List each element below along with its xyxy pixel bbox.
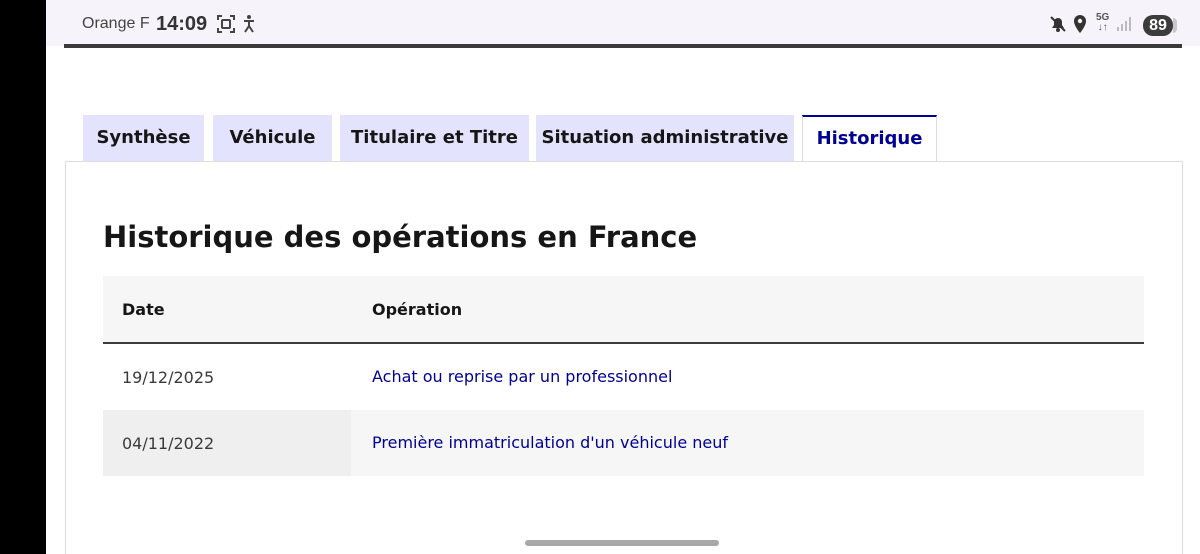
phone-screen: Orange F 14:09 5G ↓↑ 89 Synthèse Véhicul… bbox=[46, 0, 1200, 554]
table-row: 04/11/2022 Première immatriculation d'un… bbox=[103, 410, 1144, 476]
clock: 14:09 bbox=[156, 13, 208, 35]
location-icon bbox=[1072, 14, 1088, 38]
battery-icon: 89 bbox=[1143, 15, 1173, 36]
home-indicator[interactable] bbox=[525, 540, 719, 546]
row-operation-link[interactable]: Première immatriculation d'un véhicule n… bbox=[372, 433, 728, 452]
table-row: 19/12/2025 Achat ou reprise par un profe… bbox=[103, 344, 1144, 410]
column-header-date: Date bbox=[122, 300, 165, 319]
row-date: 04/11/2022 bbox=[122, 434, 215, 453]
tab-historique[interactable]: Historique bbox=[802, 115, 937, 163]
mute-icon bbox=[1048, 14, 1068, 38]
accessibility-icon bbox=[242, 14, 256, 38]
column-header-operation: Opération bbox=[372, 300, 463, 319]
carrier-label: Orange F bbox=[82, 15, 150, 32]
page-title: Historique des opérations en France bbox=[103, 220, 698, 254]
signal-icon bbox=[1116, 14, 1134, 36]
row-date: 19/12/2025 bbox=[122, 368, 215, 387]
network-5g-icon: 5G ↓↑ bbox=[1096, 12, 1110, 33]
table-header: Date Opération bbox=[103, 276, 1144, 344]
battery-cap bbox=[1173, 18, 1177, 33]
tab-situation-administrative[interactable]: Situation administrative bbox=[536, 115, 794, 162]
tab-titulaire-et-titre[interactable]: Titulaire et Titre bbox=[340, 115, 529, 162]
status-bar: Orange F 14:09 5G ↓↑ 89 bbox=[46, 0, 1200, 48]
row-operation-link[interactable]: Achat ou reprise par un professionnel bbox=[372, 367, 672, 386]
historique-panel: Historique des opérations en France Date… bbox=[65, 161, 1183, 554]
tab-vehicule[interactable]: Véhicule bbox=[213, 115, 332, 162]
status-divider bbox=[64, 44, 1182, 48]
screenshot-icon bbox=[216, 14, 236, 38]
history-table: Date Opération 19/12/2025 Achat ou repri… bbox=[103, 276, 1144, 476]
network-label: 5G bbox=[1096, 12, 1110, 23]
tab-synthese[interactable]: Synthèse bbox=[83, 115, 204, 162]
